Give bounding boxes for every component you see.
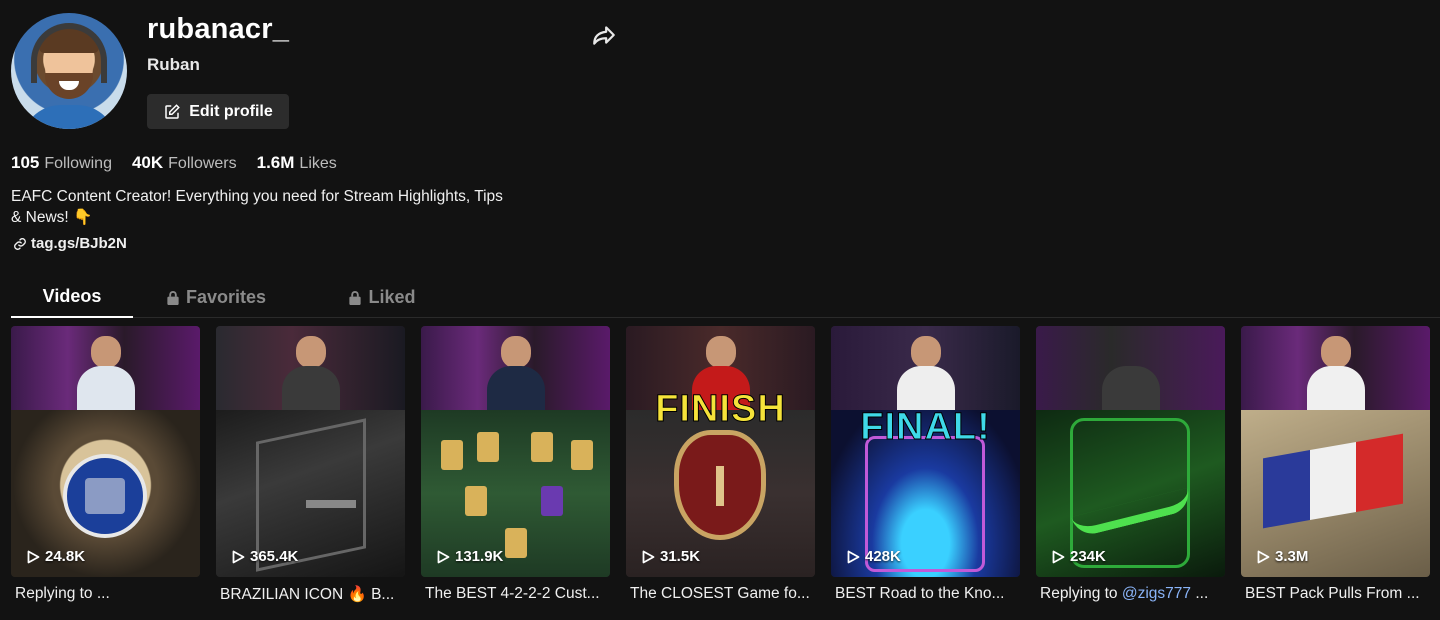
video-thumbnail[interactable]: FINISH 31.5K xyxy=(626,326,815,577)
tab-favorites[interactable]: Favorites xyxy=(133,276,299,318)
webcam-overlay xyxy=(216,326,405,416)
webcam-overlay xyxy=(421,326,610,416)
view-count: 428K xyxy=(847,548,901,565)
caption-prefix: Replying to xyxy=(1040,585,1122,602)
video-thumbnail[interactable]: FINAL! 428K xyxy=(831,326,1020,577)
profile-stats: 105 Following 40K Followers 1.6M Likes xyxy=(11,153,337,173)
view-count: 131.9K xyxy=(437,548,503,565)
video-thumbnail[interactable]: 365.4K xyxy=(216,326,405,577)
play-icon xyxy=(27,550,40,563)
view-count-text: 428K xyxy=(865,548,901,565)
profile-tabs: Videos Favorites Liked xyxy=(11,276,1440,318)
likes-label: Likes xyxy=(299,155,337,172)
video-overlay-title: FINISH xyxy=(655,388,786,431)
video-grid: 24.8K Replying to ... 365.4K BRAZILIAN I… xyxy=(11,326,1430,604)
lock-icon xyxy=(167,290,179,305)
following-label: Following xyxy=(44,155,112,172)
tab-favorites-label: Favorites xyxy=(185,286,267,307)
caption-suffix: ... xyxy=(1191,585,1209,602)
view-count-text: 3.3M xyxy=(1275,548,1309,565)
tab-liked-label: Liked xyxy=(368,286,416,307)
view-count: 24.8K xyxy=(27,548,85,565)
followers-label: Followers xyxy=(168,155,237,172)
video-thumbnail[interactable]: 131.9K xyxy=(421,326,610,577)
tab-videos[interactable]: Videos xyxy=(11,276,133,318)
play-icon xyxy=(232,550,245,563)
play-icon xyxy=(642,550,655,563)
view-count: 365.4K xyxy=(232,548,298,565)
flag-icon xyxy=(1263,433,1404,529)
video-overlay-title: FINAL! xyxy=(860,406,991,449)
profile-link-text: tag.gs/BJb2N xyxy=(31,235,127,252)
video-caption[interactable]: BEST Pack Pulls From ... xyxy=(1241,585,1426,603)
play-icon xyxy=(847,550,860,563)
tab-videos-label: Videos xyxy=(42,285,102,306)
webcam-overlay xyxy=(1036,326,1225,416)
edit-profile-button[interactable]: Edit profile xyxy=(147,94,289,129)
view-count-text: 31.5K xyxy=(660,548,701,565)
video-thumbnail[interactable]: 3.3M xyxy=(1241,326,1430,577)
view-count-text: 234K xyxy=(1070,548,1106,565)
view-count-text: 24.8K xyxy=(45,548,86,565)
username: rubanacr_ xyxy=(147,13,290,45)
webcam-overlay xyxy=(11,326,200,416)
play-icon xyxy=(437,550,450,563)
play-icon xyxy=(1257,550,1270,563)
video-card[interactable]: FINISH 31.5K The CLOSEST Game fo... xyxy=(626,326,815,604)
tab-liked[interactable]: Liked xyxy=(299,276,465,318)
lock-icon xyxy=(349,290,362,305)
video-card[interactable]: 234K Replying to @zigs777 ... xyxy=(1036,326,1225,604)
webcam-overlay xyxy=(1241,326,1430,416)
video-caption[interactable]: The BEST 4-2-2-2 Cust... xyxy=(421,585,606,603)
view-count-text: 131.9K xyxy=(455,548,504,565)
share-icon[interactable] xyxy=(591,22,617,48)
avatar-headset xyxy=(31,23,107,83)
view-count: 234K xyxy=(1052,548,1106,565)
video-card[interactable]: 24.8K Replying to ... xyxy=(11,326,200,604)
followers-count: 40K xyxy=(131,153,164,172)
likes-count: 1.6M xyxy=(256,153,295,172)
bio: EAFC Content Creator! Everything you nee… xyxy=(11,186,551,228)
avatar[interactable] xyxy=(11,13,127,129)
edit-icon xyxy=(165,103,181,119)
video-caption[interactable]: BEST Road to the Kno... xyxy=(831,585,1016,603)
stat-following[interactable]: 105 Following xyxy=(11,153,112,173)
stat-likes: 1.6M Likes xyxy=(257,153,337,173)
video-thumbnail[interactable]: 234K xyxy=(1036,326,1225,577)
video-caption[interactable]: Replying to @zigs777 ... xyxy=(1036,585,1221,603)
bio-line-1: EAFC Content Creator! Everything you nee… xyxy=(11,188,503,205)
profile-link[interactable]: tag.gs/BJb2N xyxy=(13,235,127,252)
caption-mention[interactable]: @zigs777 xyxy=(1122,585,1191,602)
following-count: 105 xyxy=(11,153,40,172)
bio-line-2: & News! 👇 xyxy=(11,209,93,226)
video-card[interactable]: 131.9K The BEST 4-2-2-2 Cust... xyxy=(421,326,610,604)
video-card[interactable]: FINAL! 428K BEST Road to the Kno... xyxy=(831,326,1020,604)
edit-profile-label: Edit profile xyxy=(189,102,273,120)
nickname: Ruban xyxy=(147,55,200,74)
webcam-overlay xyxy=(831,326,1020,416)
link-icon xyxy=(14,237,26,250)
view-count-text: 365.4K xyxy=(250,548,299,565)
avatar-shirt xyxy=(21,105,117,129)
view-count: 31.5K xyxy=(642,548,700,565)
video-caption[interactable]: BRAZILIAN ICON 🔥 B... xyxy=(216,585,401,604)
video-card[interactable]: 365.4K BRAZILIAN ICON 🔥 B... xyxy=(216,326,405,604)
video-caption[interactable]: Replying to ... xyxy=(11,585,196,603)
video-thumbnail[interactable]: 24.8K xyxy=(11,326,200,577)
play-icon xyxy=(1052,550,1065,563)
view-count: 3.3M xyxy=(1257,548,1308,565)
stat-followers[interactable]: 40K Followers xyxy=(132,153,237,173)
video-card[interactable]: 3.3M BEST Pack Pulls From ... xyxy=(1241,326,1430,604)
video-caption[interactable]: The CLOSEST Game fo... xyxy=(626,585,811,603)
